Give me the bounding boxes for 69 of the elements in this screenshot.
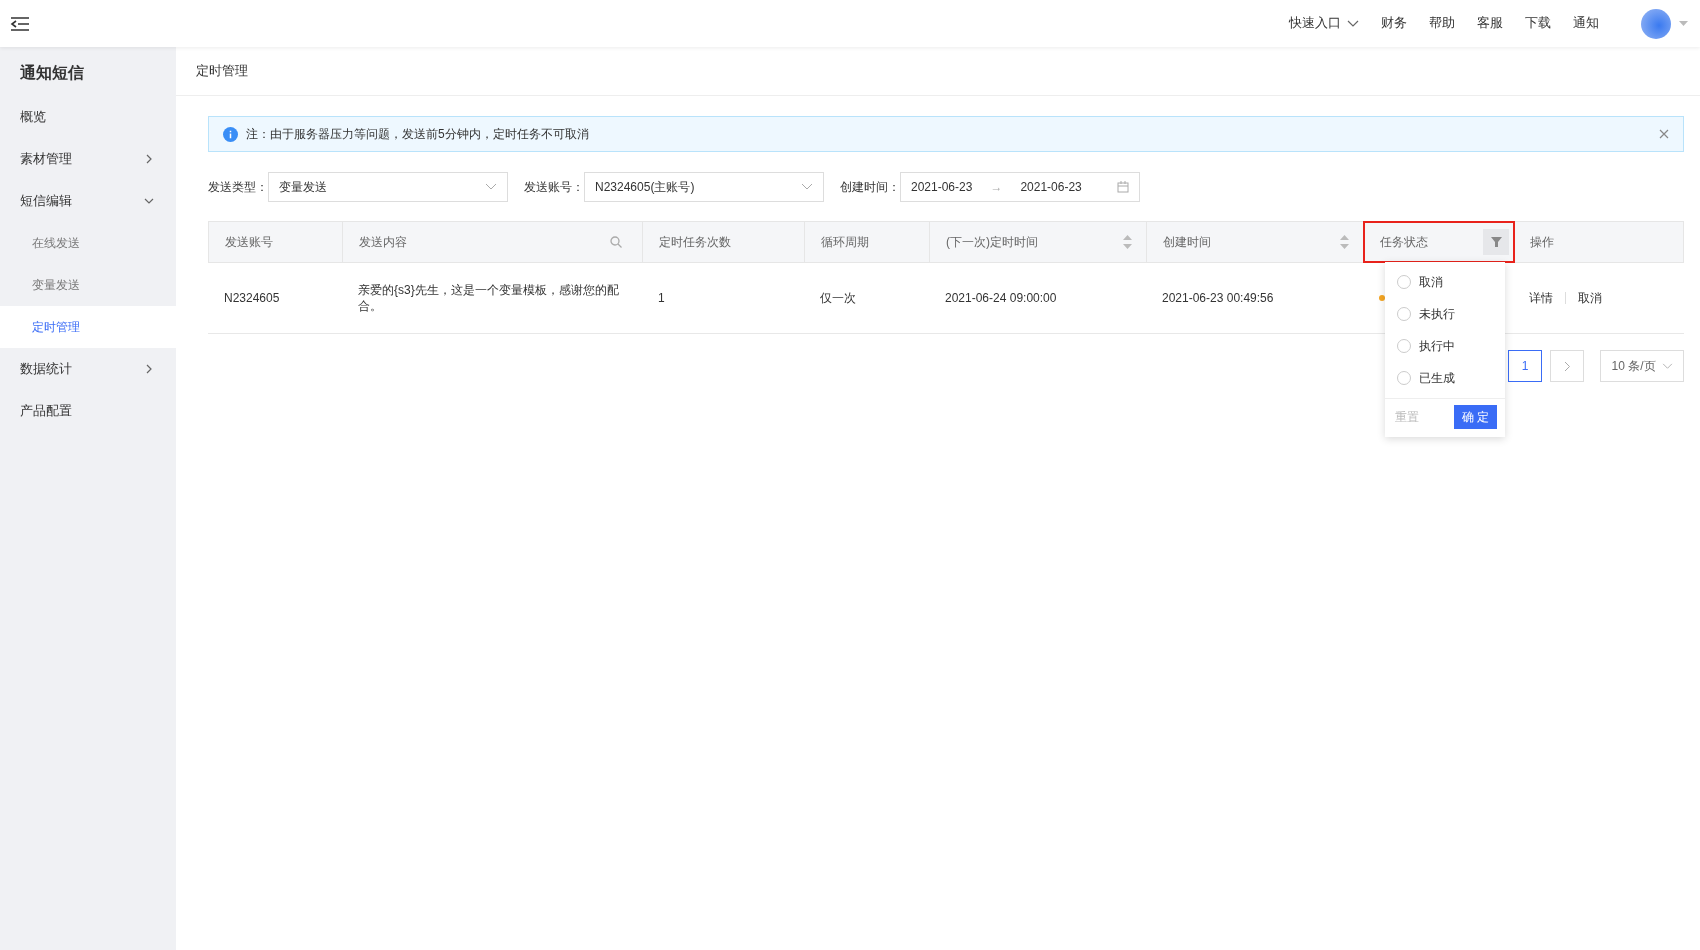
chevron-down-icon <box>1347 19 1359 28</box>
close-icon[interactable] <box>1659 129 1669 139</box>
chevron-down-icon <box>801 183 813 191</box>
table-cell-text: 亲爱的{s3}先生，这是一个变量模板，感谢您的配合。 <box>357 282 620 315</box>
sidebar-subitem[interactable]: 在线发送 <box>0 222 176 264</box>
sidebar-subitem[interactable]: 定时管理 <box>0 306 176 348</box>
table-cell-text: 2021-06-24 09:00:00 <box>944 290 1058 307</box>
search-icon[interactable] <box>610 236 622 248</box>
sidebar-subitem[interactable]: 变量发送 <box>0 264 176 306</box>
filter-option[interactable]: 执行中 <box>1385 330 1505 362</box>
top-link[interactable]: 帮助 <box>1429 15 1455 32</box>
option-label: 取消 <box>1419 273 1443 291</box>
column-header: 定时任务次数 <box>643 222 805 262</box>
chevron-right-icon <box>144 154 154 164</box>
option-label: 未执行 <box>1419 305 1455 323</box>
page-header: 定时管理 <box>176 47 1700 96</box>
column-header: 发送内容 <box>343 222 643 262</box>
confirm-button[interactable]: 确 定 <box>1454 405 1497 429</box>
sort-icon[interactable] <box>1340 235 1349 249</box>
top-link[interactable]: 客服 <box>1477 15 1503 32</box>
page-button[interactable]: 1 <box>1508 350 1542 382</box>
action-link[interactable]: 取消 <box>1578 290 1602 306</box>
filter-option[interactable]: 未执行 <box>1385 298 1505 330</box>
column-header: 循环周期 <box>805 222 930 262</box>
page-size-select[interactable]: 10 条/页 <box>1600 350 1684 382</box>
calendar-icon <box>1117 181 1129 193</box>
top-link[interactable]: 下载 <box>1525 15 1551 32</box>
filter-option[interactable]: 取消 <box>1385 266 1505 298</box>
table-cell-text: N2324605 <box>223 290 281 307</box>
column-header: 操作 <box>1529 233 1555 251</box>
chevron-down-icon <box>1661 362 1673 370</box>
quick-entry-dropdown[interactable]: 快速入口 <box>1289 15 1359 32</box>
table-cell-text: 1 <box>657 290 666 307</box>
date-range-picker[interactable]: 2021-06-23 → 2021-06-23 <box>900 172 1140 202</box>
send-type-select[interactable]: 变量发送 <box>268 172 508 202</box>
option-label: 执行中 <box>1419 337 1455 355</box>
top-link[interactable]: 财务 <box>1381 15 1407 32</box>
sidebar-item[interactable]: 素材管理 <box>0 138 176 180</box>
chevron-right-icon <box>144 364 154 374</box>
caret-icon[interactable] <box>1679 21 1688 26</box>
column-header: 创建时间 <box>1147 222 1364 262</box>
sort-icon[interactable] <box>1123 235 1132 249</box>
table-cell-text: 仅一次 <box>819 290 857 307</box>
chevron-down-icon <box>144 196 154 206</box>
column-header: (下一次)定时时间 <box>930 222 1147 262</box>
option-label: 已生成 <box>1419 369 1455 387</box>
menu-fold-icon[interactable] <box>10 15 30 32</box>
account-select[interactable]: N2324605(主账号) <box>584 172 824 202</box>
column-header: 任务状态 <box>1364 222 1514 262</box>
sidebar-item[interactable]: 短信编辑 <box>0 180 176 222</box>
filter-icon[interactable] <box>1483 229 1509 255</box>
filter-label: 发送类型： <box>208 178 268 196</box>
sidebar-item[interactable]: 数据统计 <box>0 348 176 390</box>
user-avatar[interactable] <box>1641 8 1671 39</box>
sidebar-item[interactable]: 产品配置 <box>0 390 176 432</box>
sidebar-title: 通知短信 <box>19 63 85 83</box>
filter-option[interactable]: 已生成 <box>1385 362 1505 394</box>
column-header: 发送账号 <box>209 222 343 262</box>
chevron-right-icon <box>1563 360 1571 372</box>
top-link[interactable]: 通知 <box>1573 15 1599 32</box>
chevron-down-icon <box>485 183 497 191</box>
info-icon <box>223 126 238 142</box>
filter-label: 发送账号： <box>524 178 584 196</box>
next-page-button[interactable] <box>1550 350 1584 382</box>
sidebar-item[interactable]: 概览 <box>0 96 176 138</box>
table-cell-text: 2021-06-23 00:49:56 <box>1161 290 1275 307</box>
filter-label: 创建时间： <box>840 178 900 196</box>
action-link[interactable]: 详情 <box>1529 290 1553 306</box>
alert-text: 注：由于服务器压力等问题，发送前5分钟内，定时任务不可取消 <box>246 125 590 143</box>
